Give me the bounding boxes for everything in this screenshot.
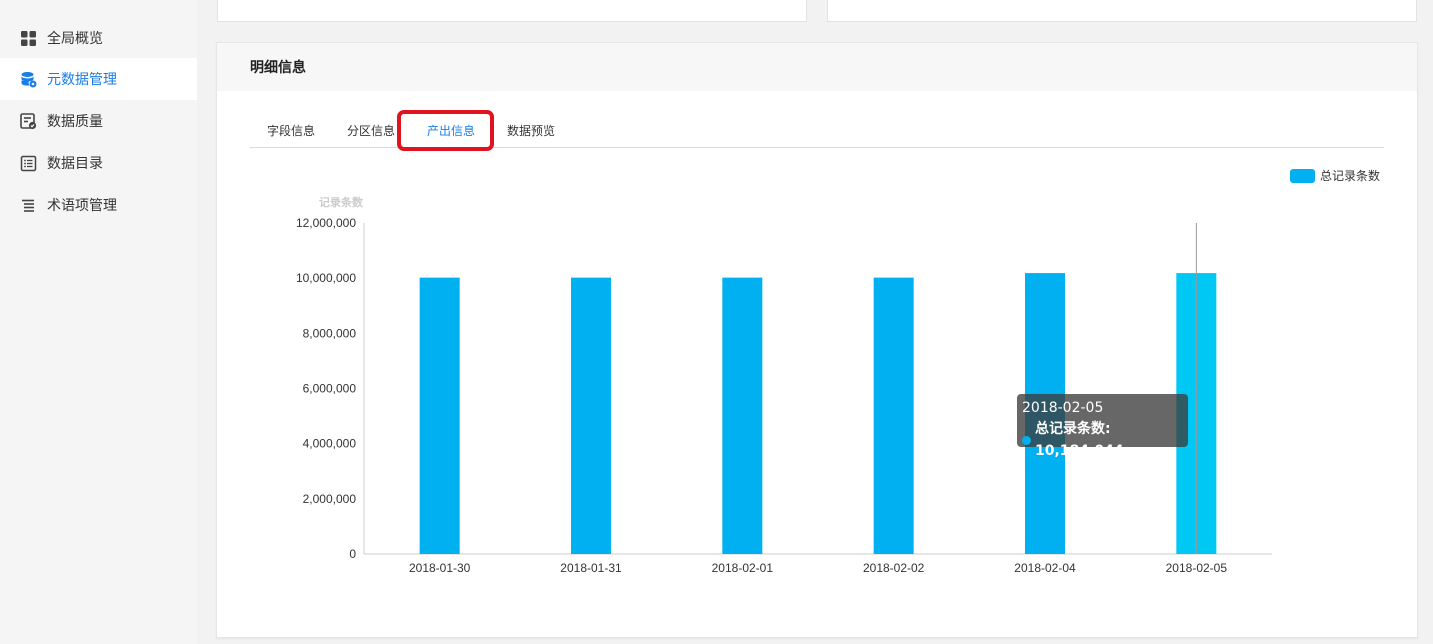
sidebar-item-metadata[interactable]: 元数据管理 (0, 58, 197, 100)
x-tick-label: 2018-02-01 (712, 561, 774, 575)
sidebar-item-label: 术语项管理 (47, 198, 117, 214)
tooltip-series-dot (1022, 435, 1031, 445)
sidebar-item-overview[interactable]: 全局概览 (0, 17, 197, 59)
quality-icon (20, 112, 37, 130)
y-tick-label: 10,000,000 (296, 271, 356, 285)
x-tick-label: 2018-01-31 (560, 561, 622, 575)
bar (419, 277, 460, 554)
legend-label: 总记录条数 (1320, 169, 1381, 183)
sidebar-item-label: 元数据管理 (47, 72, 117, 88)
detail-panel: 明细信息 字段信息 分区信息 产出信息 数据预览 记录条数 0 2,000,000 4… (216, 42, 1418, 638)
sidebar-item-terms[interactable]: 术语项管理 (0, 184, 197, 226)
y-tick-label: 12,000,000 (296, 216, 356, 230)
x-tick-label: 2018-01-30 (409, 561, 471, 575)
bar (722, 277, 763, 554)
terms-list-icon (20, 197, 37, 214)
x-tick-label: 2018-02-04 (1014, 561, 1076, 575)
x-tick-label: 2018-02-05 (1166, 561, 1228, 575)
database-icon (20, 71, 37, 88)
y-axis-title: 记录条数 (319, 195, 364, 209)
bar-chart: 记录条数 0 2,000,000 4,000,000 6,000,000 8,000,00… (296, 195, 1272, 575)
y-tick-label: 8,000,000 (303, 326, 357, 340)
sidebar-item-quality[interactable]: 数据质量 (0, 100, 197, 142)
bar (571, 277, 611, 554)
chart-legend[interactable]: 总记录条数 (1290, 167, 1380, 184)
sidebar-item-label: 数据质量 (47, 114, 103, 130)
sidebar-item-catalog[interactable]: 数据目录 (0, 142, 197, 184)
bar (873, 277, 914, 554)
x-tick-label: 2018-02-02 (863, 561, 925, 575)
tooltip-date: 2018-02-05 (1022, 400, 1104, 416)
y-tick-label: 4,000,000 (303, 437, 357, 451)
y-tick-label: 6,000,000 (303, 382, 357, 396)
top-card-left (217, 0, 807, 22)
sidebar-item-label: 数据目录 (47, 156, 103, 172)
chart-tooltip: 2018-02-05 总记录条数: 10,184,044 (1017, 394, 1188, 459)
sidebar: 全局概览 元数据管理 数据质量 数据目录 术语项管理 (0, 0, 197, 644)
legend-swatch (1290, 168, 1315, 183)
top-card-right (827, 0, 1417, 22)
catalog-icon (20, 155, 37, 172)
grid-icon (20, 30, 37, 47)
y-tick-label: 2,000,000 (303, 492, 357, 506)
y-tick-label: 0 (349, 547, 356, 561)
tooltip-value: 总记录条数: 10,184,044 (1035, 421, 1124, 459)
sidebar-item-label: 全局概览 (47, 31, 103, 47)
